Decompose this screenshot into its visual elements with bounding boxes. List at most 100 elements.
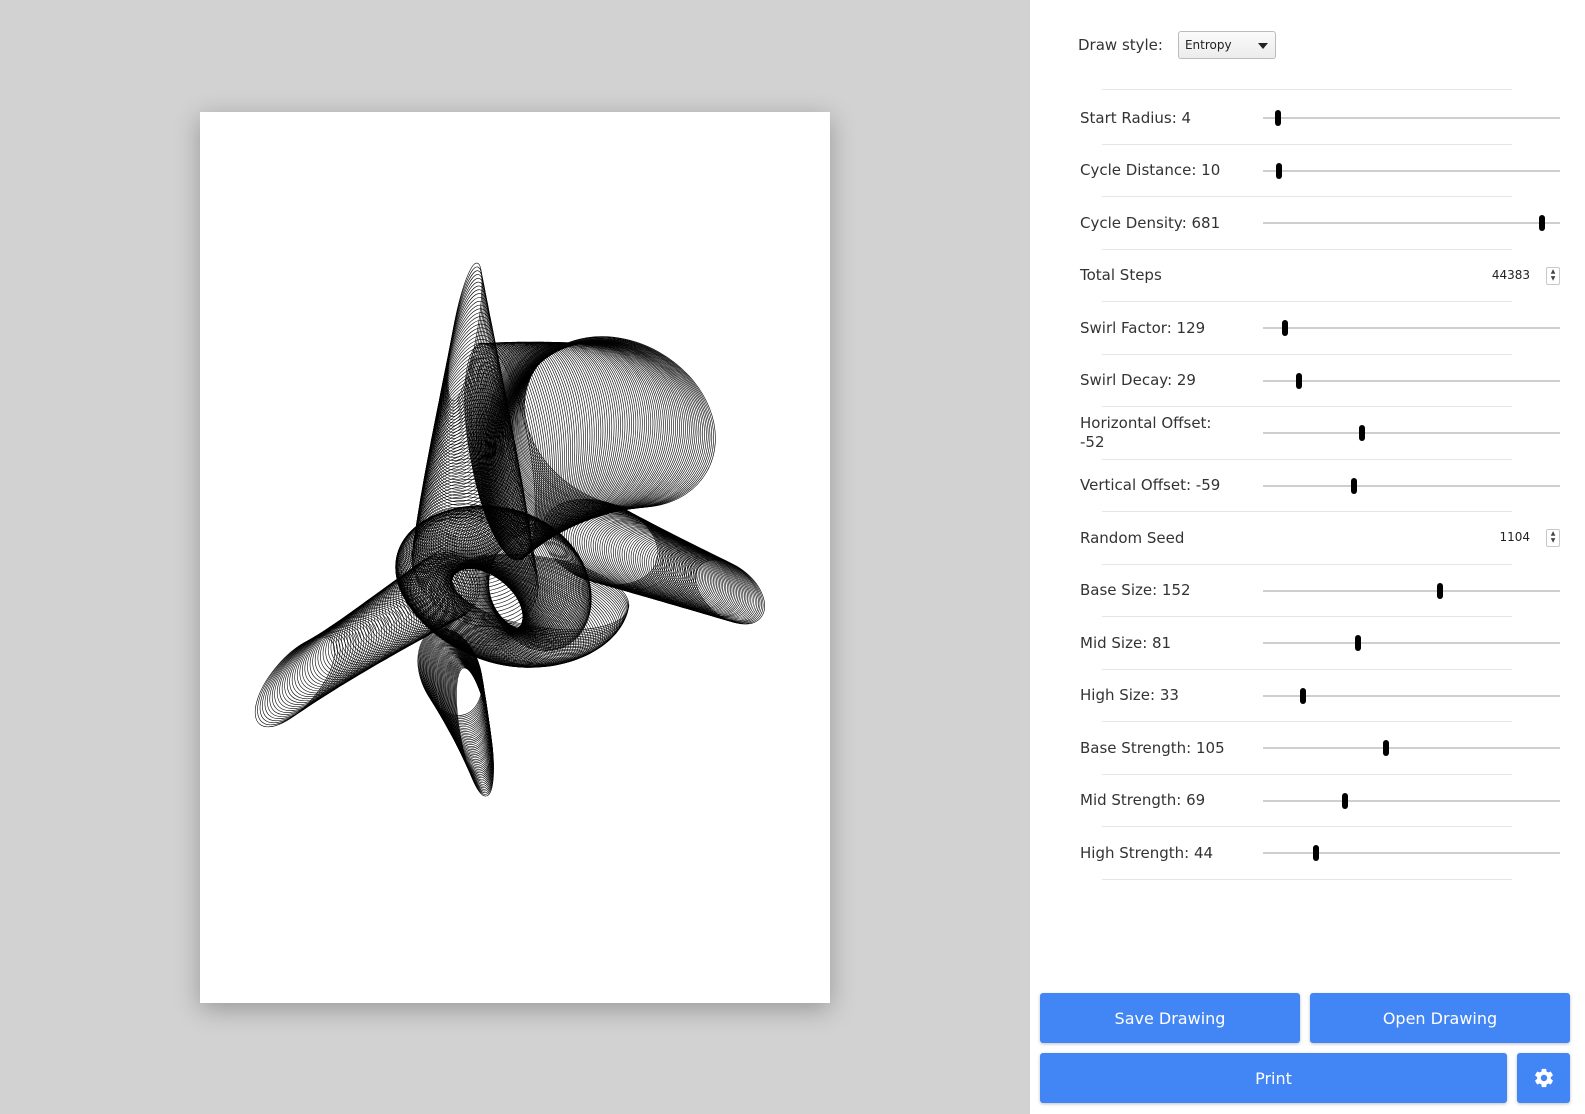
param-row: Horizontal Offset: -52: [1080, 407, 1564, 459]
param-slider[interactable]: [1263, 477, 1560, 494]
param-slider[interactable]: [1263, 845, 1560, 861]
spinner-icon[interactable]: ▲ ▼: [1546, 529, 1560, 547]
slider-track[interactable]: [1263, 852, 1560, 854]
print-button[interactable]: Print: [1040, 1053, 1507, 1103]
param-label: Cycle Distance: 10: [1080, 161, 1221, 179]
slider-thumb[interactable]: [1276, 162, 1283, 179]
slider-thumb[interactable]: [1274, 110, 1281, 126]
param-slider[interactable]: [1263, 425, 1560, 441]
param-label: Vertical Offset: -59: [1080, 476, 1221, 494]
slider-track[interactable]: [1263, 327, 1560, 329]
slider-track[interactable]: [1263, 379, 1560, 382]
param-slider[interactable]: [1263, 740, 1560, 756]
slider-track[interactable]: [1263, 169, 1560, 172]
drawing-stroke: [650, 541, 734, 614]
param-label: Horizontal Offset: -52: [1080, 414, 1212, 451]
divider: [1102, 878, 1512, 880]
slider-thumb[interactable]: [1359, 425, 1366, 441]
canvas-area: [0, 0, 1030, 1114]
control-panel: Draw style: Entropy Start Radius: 4 Cycle…: [1030, 0, 1585, 1114]
param-slider[interactable]: [1263, 110, 1560, 126]
param-row: Total Steps 44383 ▲ ▼: [1080, 250, 1564, 302]
slider-track[interactable]: [1263, 117, 1560, 119]
param-label: Base Strength: 105: [1080, 738, 1225, 757]
divider: [1102, 89, 1512, 90]
drawing-stroke: [301, 613, 385, 690]
chevron-down-icon: [1257, 43, 1268, 49]
slider-thumb[interactable]: [1341, 792, 1348, 809]
slider-track[interactable]: [1263, 222, 1560, 224]
slider-track[interactable]: [1263, 432, 1560, 434]
param-row: Swirl Decay: 29: [1080, 355, 1564, 407]
param-label: Mid Size: 81: [1080, 633, 1172, 652]
settings-button[interactable]: [1517, 1053, 1570, 1103]
param-row: Cycle Distance: 10: [1080, 145, 1564, 197]
drawing-artwork: [254, 262, 765, 797]
drawing-stroke: [635, 535, 724, 610]
slider-thumb[interactable]: [1295, 372, 1302, 389]
drawing-paper: [200, 112, 830, 1003]
save-drawing-button[interactable]: Save Drawing: [1040, 993, 1300, 1043]
drawing-stroke: [639, 537, 727, 611]
open-drawing-button[interactable]: Open Drawing: [1310, 993, 1570, 1043]
param-row: Mid Size: 81: [1080, 617, 1564, 669]
draw-style-row: Draw style: Entropy: [1078, 30, 1276, 60]
slider-thumb[interactable]: [1539, 215, 1546, 231]
slider-track[interactable]: [1263, 747, 1560, 749]
gear-icon: [1534, 1068, 1553, 1088]
param-slider[interactable]: [1263, 162, 1560, 179]
slider-track[interactable]: [1263, 484, 1560, 487]
param-row: Start Radius: 4: [1080, 92, 1564, 144]
slider-track[interactable]: [1263, 642, 1560, 644]
param-label: Mid Strength: 69: [1080, 791, 1206, 809]
param-row: Vertical Offset: -59: [1080, 460, 1564, 512]
param-row: Base Strength: 105: [1080, 722, 1564, 774]
param-slider[interactable]: [1263, 635, 1560, 651]
param-label: Start Radius: 4: [1080, 108, 1192, 127]
slider-track[interactable]: [1263, 799, 1560, 802]
drawing-stroke: [274, 627, 357, 711]
drawing-stroke: [632, 534, 722, 609]
drawing-stroke: [648, 540, 733, 613]
param-row: Base Size: 152: [1080, 565, 1564, 617]
slider-thumb[interactable]: [1282, 320, 1289, 336]
param-row: Cycle Density: 681: [1080, 197, 1564, 249]
param-label: High Strength: 44: [1080, 843, 1214, 862]
param-label: Random Seed: [1080, 528, 1185, 547]
number-value: 44383: [1491, 267, 1530, 282]
draw-style-select[interactable]: Entropy: [1177, 31, 1276, 59]
slider-track[interactable]: [1263, 589, 1560, 592]
slider-track[interactable]: [1263, 694, 1560, 697]
number-value: 1104: [1499, 530, 1530, 544]
drawing-stroke: [661, 546, 742, 616]
param-row: Swirl Factor: 129: [1080, 302, 1564, 354]
param-label: Base Size: 152: [1080, 581, 1191, 599]
param-slider[interactable]: [1263, 372, 1560, 389]
slider-thumb[interactable]: [1355, 635, 1362, 651]
param-label: High Size: 33: [1080, 686, 1179, 704]
param-label: Cycle Density: 681: [1080, 213, 1221, 232]
spinner-icon[interactable]: ▲ ▼: [1546, 266, 1560, 285]
slider-thumb[interactable]: [1383, 740, 1390, 756]
draw-style-label: Draw style:: [1078, 36, 1163, 54]
param-number-input[interactable]: 44383 ▲ ▼: [1440, 263, 1560, 289]
slider-thumb[interactable]: [1300, 687, 1307, 704]
param-row: High Size: 33: [1080, 670, 1564, 722]
param-row: Random Seed 1104 ▲ ▼: [1080, 512, 1564, 564]
param-label: Total Steps: [1080, 266, 1162, 284]
drawing-stroke: [637, 536, 725, 610]
param-row: High Strength: 44: [1080, 827, 1564, 879]
slider-thumb[interactable]: [1350, 477, 1357, 494]
drawing-stroke: [259, 634, 341, 724]
param-number-input[interactable]: 1104 ▲ ▼: [1440, 525, 1560, 551]
param-slider[interactable]: [1263, 582, 1560, 599]
slider-thumb[interactable]: [1436, 582, 1443, 599]
param-label: Swirl Factor: 129: [1080, 318, 1206, 337]
param-slider[interactable]: [1263, 320, 1560, 336]
param-slider[interactable]: [1263, 687, 1560, 704]
param-slider[interactable]: [1263, 792, 1560, 809]
draw-style-value: Entropy: [1184, 38, 1232, 52]
slider-thumb[interactable]: [1313, 845, 1320, 861]
param-label: Swirl Decay: 29: [1080, 371, 1196, 389]
param-slider[interactable]: [1263, 215, 1560, 231]
